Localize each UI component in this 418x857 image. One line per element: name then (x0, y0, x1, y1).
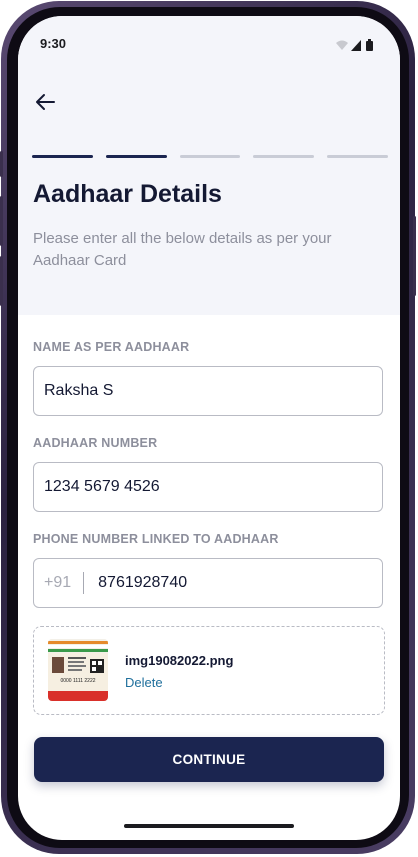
progress-stepper (32, 155, 388, 159)
status-icons (336, 39, 373, 51)
home-indicator (124, 824, 294, 828)
aadhaar-number-label: AADHAAR NUMBER (33, 436, 158, 450)
status-time: 9:30 (40, 36, 67, 51)
name-label: NAME AS PER AADHAAR (33, 340, 190, 354)
page-subtitle: Please enter all the below details as pe… (33, 230, 332, 269)
page-title: Aadhaar Details (33, 180, 222, 208)
power-button (413, 216, 416, 296)
back-button[interactable] (32, 90, 58, 114)
header-panel: 9:30 Aadhaar Details Please enter all th… (18, 16, 400, 315)
battery-icon (366, 39, 373, 51)
card-number-text: 0000 1111 2222 (60, 678, 95, 684)
aadhaar-card-image: 0000 1111 2222 (48, 639, 108, 701)
aadhaar-number-value: 1234 5679 4526 (44, 478, 160, 495)
signal-icon (351, 40, 361, 51)
app-screen: 9:30 Aadhaar Details Please enter all th… (18, 16, 400, 840)
step-indicator (32, 155, 93, 158)
name-input[interactable]: Raksha S (33, 366, 383, 416)
wifi-icon (336, 40, 348, 50)
arrow-left-icon (36, 94, 55, 110)
phone-input[interactable]: +91 8761928740 (33, 558, 383, 608)
country-code-prefix: +91 (44, 572, 85, 594)
volume-up-button (0, 196, 3, 246)
uploaded-file-card: 0000 1111 2222 img19082022.png Delete (33, 626, 385, 715)
file-name: img19082022.png (125, 653, 234, 668)
step-indicator (179, 155, 241, 158)
phone-label: PHONE NUMBER LINKED TO AADHAAR (33, 532, 279, 546)
delete-file-link[interactable]: Delete (125, 675, 163, 690)
step-indicator (253, 155, 315, 158)
name-value: Raksha S (44, 382, 114, 399)
aadhaar-card-thumbnail: 0000 1111 2222 (48, 639, 108, 701)
step-indicator (327, 155, 388, 158)
phone-value: 8761928740 (98, 574, 188, 591)
side-button (0, 151, 3, 177)
step-indicator (105, 155, 167, 158)
volume-down-button (0, 256, 3, 306)
continue-button[interactable]: CONTINUE (34, 737, 384, 782)
aadhaar-number-input[interactable]: 1234 5679 4526 (33, 462, 383, 512)
